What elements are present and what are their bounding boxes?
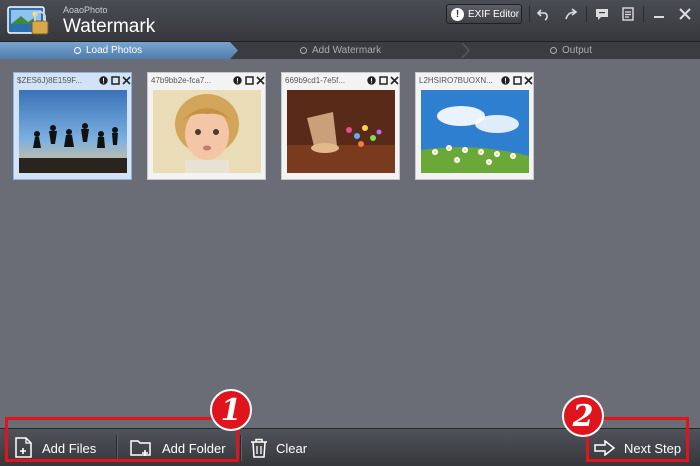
remove-icon[interactable] bbox=[121, 75, 131, 85]
brand-name-small: AoaoPhoto bbox=[63, 5, 108, 15]
maximize-icon[interactable] bbox=[244, 75, 254, 85]
step-load-photos[interactable]: Load Photos bbox=[74, 42, 142, 59]
photo-filename: $ZES6J)8E159F... bbox=[17, 76, 82, 85]
remove-icon[interactable] bbox=[389, 75, 399, 85]
undo-icon[interactable] bbox=[533, 4, 555, 24]
add-folder-icon bbox=[130, 440, 151, 456]
exif-editor-button[interactable]: ! EXIF Editor bbox=[446, 4, 522, 24]
step-dot-icon bbox=[300, 47, 307, 54]
maximize-icon[interactable] bbox=[512, 75, 522, 85]
photo-thumbnail[interactable]: $ZES6J)8E159F... bbox=[13, 72, 132, 180]
arrow-right-icon bbox=[594, 440, 616, 456]
clear-button[interactable]: Clear bbox=[250, 429, 307, 466]
register-icon[interactable] bbox=[617, 4, 639, 24]
chevron-right-icon bbox=[461, 43, 470, 58]
next-step-label: Next Step bbox=[624, 440, 682, 456]
app-logo-icon bbox=[7, 6, 49, 35]
app-title: Watermark bbox=[63, 16, 156, 37]
toolbar-divider bbox=[529, 6, 530, 22]
maximize-icon[interactable] bbox=[110, 75, 120, 85]
info-icon[interactable] bbox=[366, 75, 376, 85]
step-dot-icon bbox=[74, 47, 81, 54]
title-bar: AoaoPhoto Watermark ! EXIF Editor bbox=[0, 0, 700, 42]
remove-icon[interactable] bbox=[255, 75, 265, 85]
maximize-icon[interactable] bbox=[378, 75, 388, 85]
add-files-label: Add Files bbox=[42, 440, 97, 456]
trash-icon bbox=[251, 438, 267, 458]
photo-filename: 47b9bb2e-fca7... bbox=[151, 76, 212, 85]
toolbar-divider bbox=[116, 435, 117, 461]
step-bar: Load Photos Add Watermark Output bbox=[0, 42, 700, 59]
photo-thumbnail[interactable]: 669b9cd1-7e5f... bbox=[281, 72, 400, 180]
bottom-toolbar: Add Files Add Folder Clear Next Step bbox=[0, 428, 700, 466]
toolbar-divider bbox=[240, 435, 241, 461]
annotation-badge-1: 1 bbox=[210, 389, 252, 431]
info-icon[interactable] bbox=[232, 75, 242, 85]
step-add-watermark[interactable]: Add Watermark bbox=[300, 42, 381, 59]
add-files-button[interactable]: Add Files bbox=[14, 429, 96, 466]
info-icon[interactable] bbox=[500, 75, 510, 85]
step-dot-icon bbox=[550, 47, 557, 54]
add-file-icon bbox=[15, 437, 32, 458]
info-icon[interactable] bbox=[98, 75, 108, 85]
photo-filename: L2HSIRO7BUOXN... bbox=[419, 76, 493, 85]
toolbar-divider bbox=[643, 6, 644, 22]
photo-little-girl bbox=[153, 90, 261, 173]
remove-icon[interactable] bbox=[523, 75, 533, 85]
toolbar-divider bbox=[586, 6, 587, 22]
photo-filename: 669b9cd1-7e5f... bbox=[285, 76, 346, 85]
step-output[interactable]: Output bbox=[550, 42, 592, 59]
chat-icon[interactable] bbox=[591, 4, 613, 24]
photo-candy-cup bbox=[287, 90, 395, 173]
step-label: Output bbox=[562, 45, 593, 56]
info-icon: ! bbox=[451, 7, 464, 21]
annotation-badge-2: 2 bbox=[562, 395, 604, 437]
add-folder-button[interactable]: Add Folder bbox=[130, 429, 226, 466]
redo-icon[interactable] bbox=[560, 4, 582, 24]
next-step-button[interactable]: Next Step bbox=[594, 429, 681, 466]
minimize-icon[interactable] bbox=[648, 4, 670, 24]
clear-label: Clear bbox=[276, 440, 308, 456]
exif-editor-label: EXIF Editor bbox=[468, 8, 520, 20]
step-label: Add Watermark bbox=[312, 45, 382, 56]
photo-jumping-silhouettes bbox=[19, 90, 127, 173]
close-icon[interactable] bbox=[674, 4, 696, 24]
photo-thumbnail[interactable]: L2HSIRO7BUOXN... bbox=[415, 72, 534, 180]
photo-sky-daisies bbox=[421, 90, 529, 173]
add-folder-label: Add Folder bbox=[162, 440, 226, 456]
step-label: Load Photos bbox=[86, 45, 143, 56]
photo-thumbnail[interactable]: 47b9bb2e-fca7... bbox=[147, 72, 266, 180]
